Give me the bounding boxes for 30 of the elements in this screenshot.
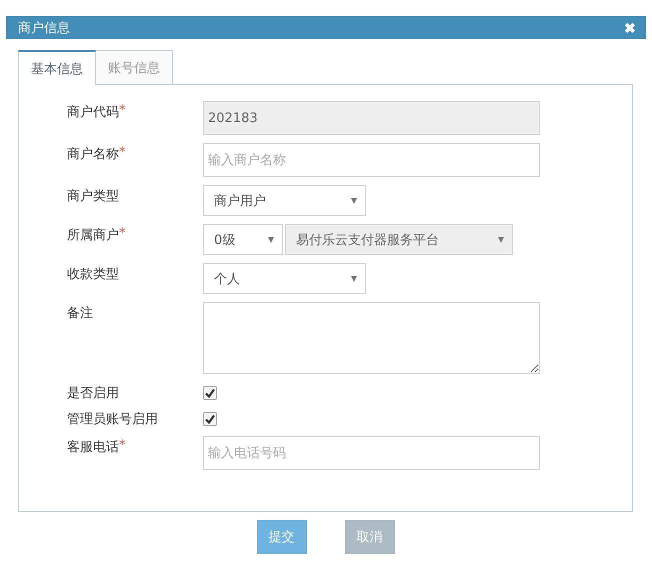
field-label: 商户类型 [67, 188, 119, 205]
close-button[interactable]: ✖ [624, 20, 636, 36]
checkbox[interactable] [203, 412, 217, 426]
remarks-field[interactable] [203, 302, 540, 374]
checkbox[interactable] [203, 386, 217, 400]
caret-icon [351, 198, 357, 204]
required-mark: * [119, 226, 126, 243]
required-mark: * [119, 438, 126, 455]
input-field[interactable]: 输入商户名称 [203, 143, 540, 177]
dropdown[interactable]: 商户用户 [203, 185, 366, 216]
required-mark: * [119, 145, 126, 162]
caret-icon [498, 236, 504, 242]
caret-icon [351, 276, 357, 282]
field-label: 所属商户 [67, 227, 119, 244]
field-label: 收款类型 [67, 266, 119, 283]
dialog-title: 商户信息 [18, 20, 70, 36]
input-field[interactable]: 输入电话号码 [203, 436, 540, 470]
field-label: 商户名称 [67, 146, 119, 163]
tab[interactable]: 账号信息 [95, 50, 173, 84]
dropdown[interactable]: 0级 [203, 224, 283, 255]
dropdown[interactable]: 个人 [203, 263, 366, 294]
field-label: 是否启用 [67, 385, 119, 402]
field-label: 客服电话 [67, 439, 119, 456]
field-label: 管理员账号启用 [67, 411, 158, 428]
field-label: 备注 [67, 305, 93, 322]
dropdown[interactable]: 易付乐云支付器服务平台 [285, 224, 513, 255]
caret-icon [268, 236, 274, 242]
field-label: 商户代码 [67, 104, 119, 121]
tab[interactable]: 基本信息 [18, 50, 96, 85]
required-mark: * [119, 103, 126, 120]
